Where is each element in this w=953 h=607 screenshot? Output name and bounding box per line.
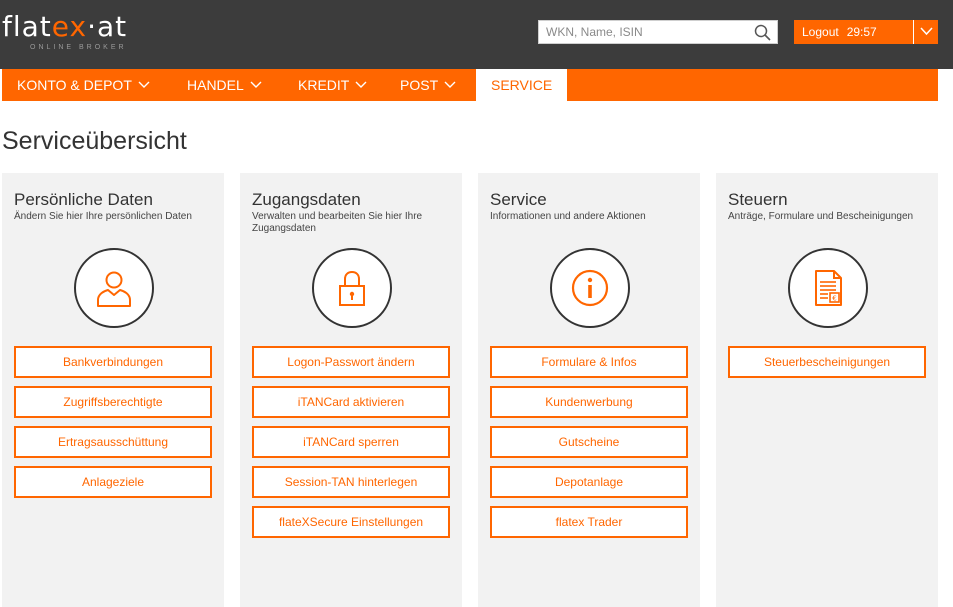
person-icon [97,271,131,307]
card-persoenliche-daten: Persönliche Daten Ändern Sie hier Ihre p… [2,173,224,607]
card-title: Zugangsdaten [252,190,361,209]
card-icon-circle [312,248,392,328]
logout-dropdown-toggle[interactable] [913,20,938,44]
card-service: Service Informationen und andere Aktione… [478,173,700,607]
card-description: Verwalten und bearbeiten Sie hier Ihre Z… [252,211,423,234]
nav-item-service[interactable]: SERVICE [476,69,567,101]
itancard-sperren-button[interactable]: iTANCard sperren [252,426,450,458]
depotanlage-button[interactable]: Depotanlage [490,466,688,498]
search-input[interactable] [539,21,749,43]
card-icon-circle [74,248,154,328]
flatexsecure-button[interactable]: flateXSecure Einstellungen [252,506,450,538]
flatex-trader-button[interactable]: flatex Trader [490,506,688,538]
card-icon-circle [550,248,630,328]
page-title: Serviceübersicht [2,127,187,155]
lock-icon [339,270,365,306]
main-navigation: KONTO & DEPOT HANDEL KREDIT POST SERVICE [2,69,938,101]
bankverbindungen-button[interactable]: Bankverbindungen [14,346,212,378]
card-icon-circle: € [788,248,868,328]
nav-item-post[interactable]: POST [400,69,456,101]
card-title: Service [490,190,547,209]
flatex-logo[interactable]: flatex·at ONLINE BROKER [2,10,172,58]
chevron-down-icon [250,81,262,89]
zugriffsberechtigte-button[interactable]: Zugriffsberechtigte [14,386,212,418]
card-description: Informationen und andere Aktionen [490,211,646,222]
card-title: Steuern [728,190,788,209]
search-icon[interactable] [754,24,771,41]
gutscheine-button[interactable]: Gutscheine [490,426,688,458]
chevron-down-icon [138,81,150,89]
chevron-down-icon [444,81,456,89]
session-timer: 29:57 [846,25,877,39]
nav-item-konto-depot[interactable]: KONTO & DEPOT [17,69,150,101]
card-steuern: Steuern Anträge, Formulare und Bescheini… [716,173,938,607]
itancard-aktivieren-button[interactable]: iTANCard aktivieren [252,386,450,418]
card-description: Ändern Sie hier Ihre persönlichen Daten [14,211,192,222]
session-tan-button[interactable]: Session-TAN hinterlegen [252,466,450,498]
card-description: Anträge, Formulare und Bescheinigungen [728,211,914,222]
anlageziele-button[interactable]: Anlageziele [14,466,212,498]
search-box [538,20,778,44]
logon-passwort-button[interactable]: Logon-Passwort ändern [252,346,450,378]
kundenwerbung-button[interactable]: Kundenwerbung [490,386,688,418]
logout-button[interactable]: Logout 29:57 [794,20,938,44]
logout-label: Logout 29:57 [802,25,877,39]
card-zugangsdaten: Zugangsdaten Verwalten und bearbeiten Si… [240,173,462,607]
card-title: Persönliche Daten [14,190,153,209]
formulare-infos-button[interactable]: Formulare & Infos [490,346,688,378]
svg-text:€: € [832,295,836,303]
nav-item-handel[interactable]: HANDEL [187,69,262,101]
chevron-down-icon [355,81,367,89]
nav-item-kredit[interactable]: KREDIT [298,69,367,101]
info-icon [571,269,609,307]
logo-wordmark: flatex·at [2,10,128,43]
header-bar: flatex·at ONLINE BROKER Logout29:57 [0,0,953,69]
chevron-down-icon [920,27,933,36]
ertragsausschuettung-button[interactable]: Ertragsausschüttung [14,426,212,458]
logo-tagline: ONLINE BROKER [30,44,127,51]
tax-document-icon: € [815,270,842,306]
steuerbescheinigungen-button[interactable]: Steuerbescheinigungen [728,346,926,378]
